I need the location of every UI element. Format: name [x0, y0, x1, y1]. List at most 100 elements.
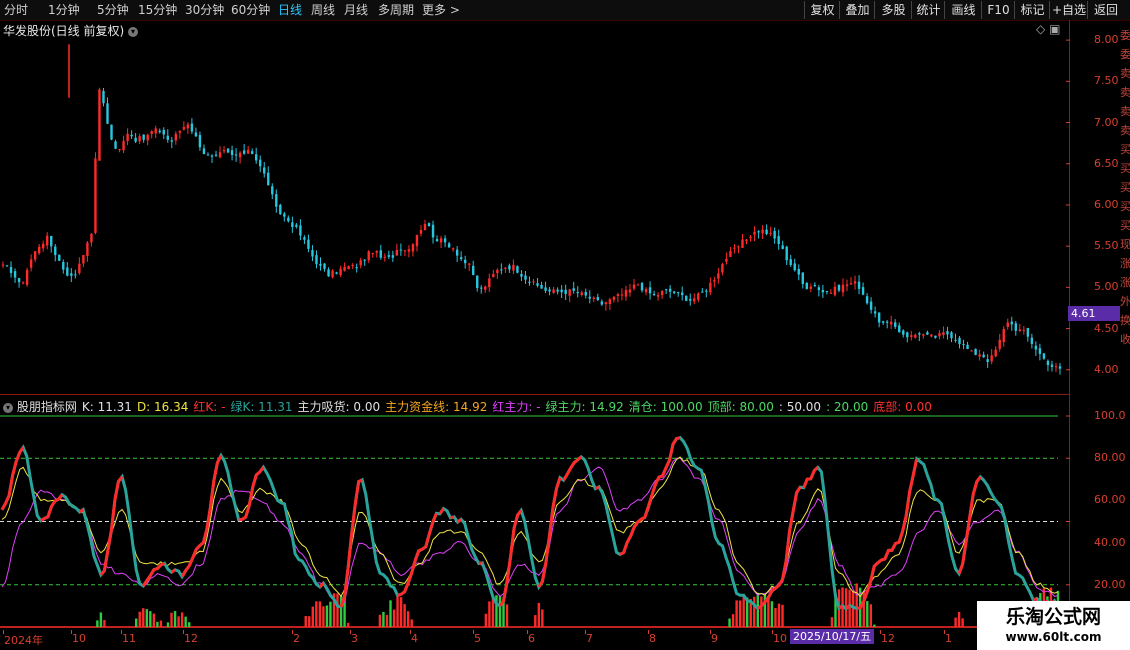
candle: [355, 263, 358, 273]
signal-bar: [760, 596, 763, 627]
candle: [676, 291, 680, 297]
signal-bar: [318, 601, 322, 627]
candle: [962, 339, 965, 350]
legend-item: 顶部: 80.00: [707, 400, 774, 414]
toolbar-button-3[interactable]: 统计: [911, 1, 945, 19]
legend-item: 红K: -: [193, 400, 226, 414]
signal-bar: [534, 615, 537, 627]
period-tab-0[interactable]: 分时: [4, 2, 28, 18]
candle: [472, 260, 475, 276]
signal-bar: [96, 620, 99, 627]
indicator-legend: ▾ 股朋指标网 K: 11.31 D: 16.34 红K: - 绿K: 11.31 主力吸…: [3, 398, 1066, 414]
time-tick-label: 10: [72, 632, 86, 645]
candle: [162, 127, 165, 139]
candle: [29, 254, 33, 272]
quote-label: 委: [1120, 29, 1130, 42]
candle: [1054, 362, 1058, 373]
candle: [331, 269, 334, 279]
period-tab-1[interactable]: 1分钟: [48, 2, 80, 18]
candle: [536, 278, 539, 288]
candle: [713, 276, 716, 288]
period-tab-7[interactable]: 周线: [311, 2, 335, 18]
time-tick-label: 6: [528, 632, 535, 645]
candle: [564, 284, 567, 301]
period-tab-6[interactable]: 日线: [278, 2, 302, 18]
candle: [705, 288, 708, 298]
candle: [725, 252, 728, 265]
candle: [492, 269, 495, 278]
toolbar-button-7[interactable]: +自选: [1049, 1, 1088, 19]
indicator-chart[interactable]: [0, 395, 1070, 630]
candle: [259, 155, 262, 173]
toolbar-button-2[interactable]: 多股: [874, 1, 912, 19]
candle: [37, 243, 41, 255]
cursor-date-marker: 2025/10/17/五: [790, 629, 875, 644]
candle: [845, 279, 849, 292]
period-tab-2[interactable]: 5分钟: [97, 2, 129, 18]
toolbar-button-1[interactable]: 叠加: [839, 1, 875, 19]
candle: [910, 330, 913, 341]
candle: [86, 240, 89, 262]
candle: [576, 286, 579, 298]
period-tab-8[interactable]: 月线: [344, 2, 368, 18]
candle: [721, 262, 724, 276]
candle: [279, 203, 282, 215]
candle: [966, 341, 969, 350]
k-line-red: [856, 458, 919, 610]
candle: [717, 267, 720, 284]
candle: [194, 127, 198, 138]
signal-bar: [774, 608, 777, 627]
legend-item: 股朋指标网: [16, 400, 77, 414]
candle: [403, 250, 407, 256]
candle: [668, 285, 672, 299]
candle: [407, 245, 411, 258]
period-tab-9[interactable]: 多周期: [378, 2, 414, 18]
candle: [480, 285, 483, 294]
period-tab-3[interactable]: 15分钟: [138, 2, 177, 18]
candle: [890, 315, 893, 330]
toolbar-button-8[interactable]: 返回: [1087, 1, 1124, 19]
candle: [580, 290, 583, 297]
toolbar-button-4[interactable]: 画线: [944, 1, 982, 19]
candle: [315, 250, 318, 269]
candle: [765, 224, 768, 236]
candle: [70, 268, 73, 283]
quote-panel-strip: 委委卖卖卖卖买买买买买现涨涨外换收: [1120, 26, 1130, 596]
candle: [359, 257, 362, 269]
candle: [238, 151, 242, 164]
candle: [660, 290, 664, 300]
more-periods-button[interactable]: 更多 >: [422, 2, 460, 18]
k-line-red: [802, 466, 819, 489]
k-line-red: [450, 515, 455, 520]
chevron-down-icon[interactable]: ▾: [3, 402, 13, 413]
candle: [46, 232, 49, 250]
period-tab-4[interactable]: 30分钟: [185, 2, 224, 18]
candle: [21, 281, 25, 285]
candle: [552, 286, 555, 294]
k-line-red: [456, 518, 463, 524]
candle: [182, 121, 186, 131]
candle: [299, 219, 302, 241]
toolbar-button-5[interactable]: F10: [981, 1, 1015, 19]
toolbar-button-0[interactable]: 复权: [804, 1, 840, 19]
candle: [102, 88, 105, 107]
d-line: [1, 456, 1059, 598]
candle: [753, 226, 756, 242]
candle: [1018, 323, 1022, 333]
signal-bar: [103, 620, 106, 627]
price-tick-label: 5.50: [1094, 239, 1119, 253]
signal-bar: [336, 593, 339, 627]
quote-label: 买: [1120, 162, 1130, 175]
price-candlestick-chart[interactable]: [0, 20, 1070, 395]
candle: [206, 152, 210, 156]
candle: [307, 234, 310, 253]
candle: [508, 263, 511, 273]
candle: [435, 235, 439, 242]
signal-bar: [855, 583, 858, 627]
k-line-red: [756, 486, 802, 610]
candle: [335, 271, 338, 275]
signal-bar: [166, 622, 170, 627]
toolbar-button-6[interactable]: 标记: [1014, 1, 1050, 19]
period-tab-5[interactable]: 60分钟: [231, 2, 270, 18]
signal-bar: [145, 609, 149, 627]
